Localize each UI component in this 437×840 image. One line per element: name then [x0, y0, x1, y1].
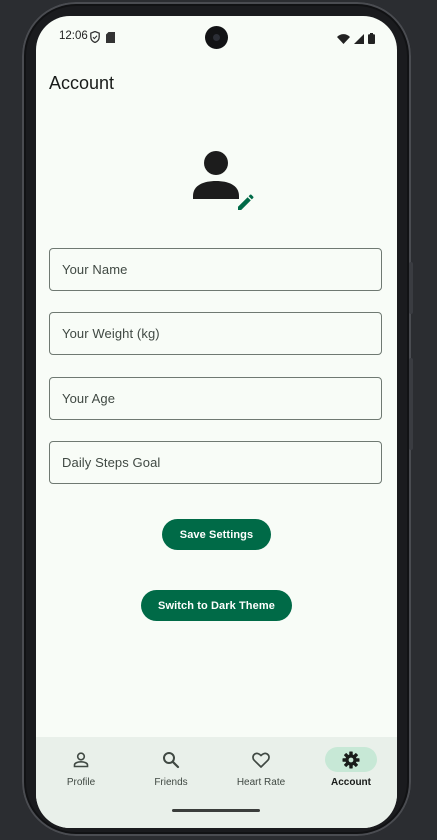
- heart-icon: [251, 750, 271, 770]
- nav-label-account: Account: [331, 777, 371, 788]
- nav-label-profile: Profile: [66, 777, 96, 788]
- age-field-label: Your Age: [62, 391, 116, 406]
- pencil-icon[interactable]: [236, 194, 254, 212]
- gear-icon: [341, 750, 361, 770]
- front-camera: [205, 26, 228, 49]
- save-settings-button[interactable]: Save Settings: [162, 519, 271, 550]
- nav-item-friends[interactable]: Friends: [126, 737, 216, 807]
- signal-icon: [354, 31, 364, 49]
- battery-icon: [368, 31, 375, 49]
- switch-theme-button[interactable]: Switch to Dark Theme: [141, 590, 292, 621]
- person-outline-icon: [71, 750, 91, 770]
- sim-card-icon: [106, 30, 115, 48]
- age-field[interactable]: Your Age: [49, 377, 382, 420]
- status-time: 12:06: [59, 30, 88, 42]
- nav-label-friends: Friends: [154, 777, 188, 788]
- power-button: [409, 262, 413, 314]
- bottom-navigation: Profile Friends Heart Rate Account: [36, 737, 397, 828]
- name-field[interactable]: Your Name: [49, 248, 382, 291]
- page-title: Account: [49, 73, 115, 93]
- weight-field[interactable]: Your Weight (kg): [49, 312, 382, 355]
- screen: 12:06 Account Your Name Your Weight (kg)…: [36, 16, 397, 828]
- wifi-icon: [337, 31, 350, 49]
- status-bar: 12:06: [36, 16, 397, 58]
- shield-icon: [90, 30, 100, 48]
- nav-item-heart-rate[interactable]: Heart Rate: [216, 737, 306, 807]
- home-indicator[interactable]: [172, 809, 260, 812]
- name-field-label: Your Name: [62, 262, 128, 277]
- volume-button: [409, 358, 413, 450]
- nav-label-heart-rate: Heart Rate: [236, 777, 286, 788]
- nav-item-profile[interactable]: Profile: [36, 737, 126, 807]
- steps-goal-field-label: Daily Steps Goal: [62, 455, 161, 470]
- status-left-icons: [90, 30, 115, 48]
- steps-goal-field[interactable]: Daily Steps Goal: [49, 441, 382, 484]
- nav-item-account[interactable]: Account: [306, 737, 396, 807]
- weight-field-label: Your Weight (kg): [62, 326, 160, 341]
- search-icon: [161, 750, 181, 770]
- status-right-icons: [337, 31, 375, 49]
